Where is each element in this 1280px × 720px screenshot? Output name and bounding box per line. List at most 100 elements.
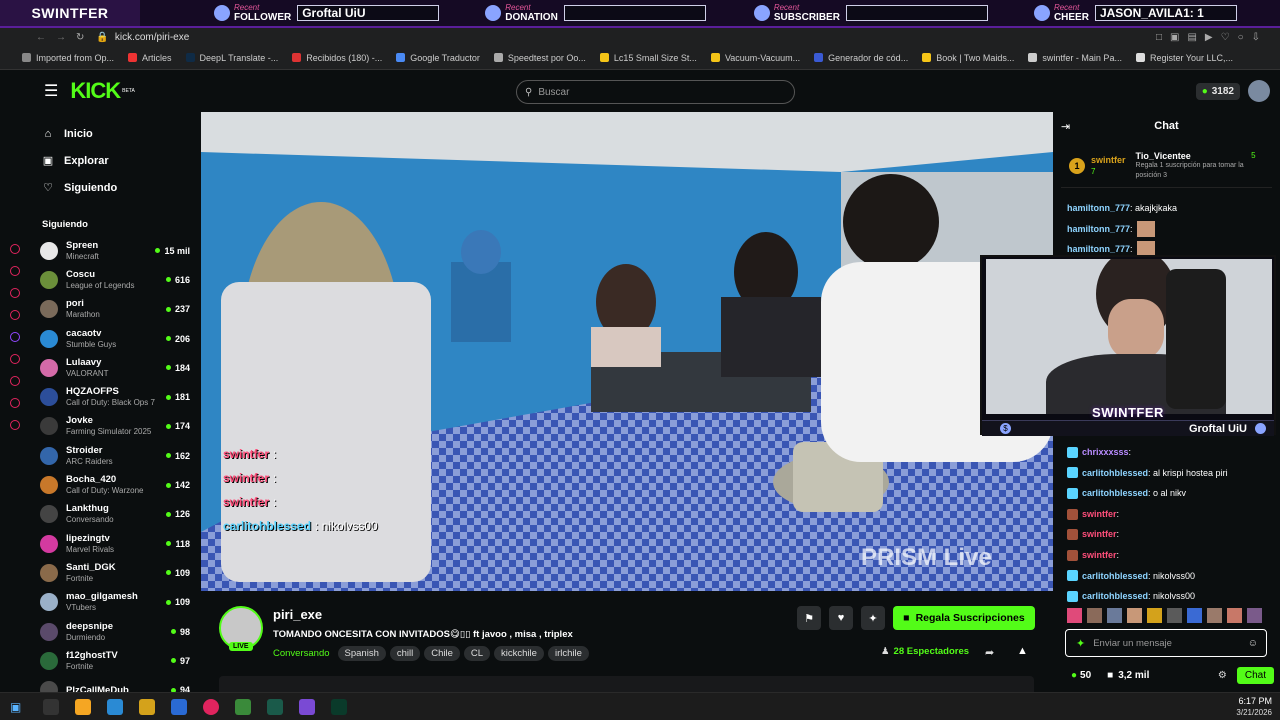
emote-bar[interactable] [1067,608,1267,624]
kicks-points[interactable]: ● 50 [1071,670,1091,681]
terminal-icon[interactable] [331,698,348,715]
video-player[interactable]: swintfer: swintfer: swintfer: carlitohbl… [201,112,1053,591]
emote[interactable] [1207,608,1222,623]
rail-icon[interactable] [10,244,20,254]
emote[interactable] [1227,608,1242,623]
following-item[interactable]: lipezingtv Marvel Rivals 118 [40,529,190,558]
rail-icon[interactable] [10,354,20,364]
rail-icon[interactable] [10,376,20,386]
reload-icon[interactable]: ↻ [76,32,84,43]
report-icon[interactable]: ▲ [1017,645,1028,657]
start-icon[interactable]: ▣ [10,700,21,714]
bookmark-item[interactable]: Google Traductor [396,53,480,63]
emote[interactable] [1147,608,1162,623]
bookmark-item[interactable]: Vacuum-Vacuum... [710,53,800,63]
opera-icon[interactable] [203,698,220,715]
channel-points[interactable]: ■ 3,2 mil [1107,670,1149,681]
following-item[interactable]: Jovke Farming Simulator 2025 174 [40,412,190,441]
following-item[interactable]: mao_gilgamesh VTubers 109 [40,588,190,617]
category-link[interactable]: Conversando [273,648,330,659]
following-item[interactable]: HQZAOFPS Call of Duty: Black Ops 7 181 [40,382,190,411]
following-item[interactable]: Stroider ARC Raiders 162 [40,441,190,470]
back-icon[interactable]: ← [36,32,46,43]
bookmark-item[interactable]: Lc15 Small Size St... [599,53,697,63]
tag[interactable]: irlchile [547,646,589,661]
sparkle-button[interactable]: ✦ [861,606,885,630]
rail-icon[interactable] [10,310,20,320]
browser-toolbar-icons[interactable]: □▣▤▶♡○⇩ [1156,32,1268,43]
rail-icon[interactable] [10,288,20,298]
rail-icon[interactable] [10,420,20,430]
bookmark-item[interactable]: Book | Two Maids... [922,53,1014,63]
kick-logo[interactable]: KICK [70,78,121,104]
emote[interactable] [1247,608,1262,623]
rail-icon[interactable] [10,266,20,276]
nav-inicio[interactable]: ⌂ Inicio [42,120,200,147]
following-name: cacaotv [66,327,102,339]
forward-icon[interactable]: → [56,32,66,43]
emote[interactable] [1087,608,1102,623]
following-item[interactable]: Bocha_420 Call of Duty: Warzone 142 [40,470,190,499]
settings-icon[interactable]: ⚙ [1218,670,1227,681]
menu-icon[interactable]: ☰ [44,81,58,101]
task-view-icon[interactable] [43,698,60,715]
following-item[interactable]: deepsnipe Durmiendo 98 [40,617,190,646]
url-field[interactable]: kick.com/piri-exe [115,32,189,43]
slot-value: Groftal UiU [297,5,440,21]
share-icon[interactable]: ➦ [985,646,994,659]
tag[interactable]: kickchile [494,646,544,661]
edge-icon[interactable] [107,698,124,715]
folder-icon[interactable] [139,698,156,715]
bookmark-item[interactable]: Articles [128,53,172,63]
follow-button[interactable]: ♥ [829,606,853,630]
tag[interactable]: Chile [424,646,460,661]
bell-button[interactable]: ⚑ [797,606,821,630]
following-item[interactable]: Santi_DGK Fortnite 109 [40,558,190,587]
following-item[interactable]: Spreen Minecraft 15 mil [40,236,190,265]
nav-explorar[interactable]: ▣ Explorar [42,147,200,174]
following-item[interactable]: f12ghostTV Fortnite 97 [40,646,190,675]
emote[interactable] [1127,608,1142,623]
following-item[interactable]: cacaotv Stumble Guys 206 [40,324,190,353]
kicks-balance[interactable]: ● 3182 [1195,82,1240,100]
following-item[interactable]: Coscu League of Legends 616 [40,265,190,294]
system-clock[interactable]: 6:17 PM 3/21/2026 [1236,696,1272,718]
tag[interactable]: CL [463,646,491,661]
following-category: Minecraft [66,251,99,261]
tag[interactable]: Spanish [337,646,386,661]
bookmark-item[interactable]: Speedtest por Oo... [493,53,586,63]
app-icon[interactable] [267,698,284,715]
nav-siguiendo[interactable]: ♡ Siguiendo [42,174,200,201]
emote[interactable] [1107,608,1122,623]
gift-subs-button[interactable]: ■ Regala Suscripciones [893,606,1035,630]
following-item[interactable]: Lankthug Conversando 126 [40,500,190,529]
tag[interactable]: chill [389,646,421,661]
user-avatar[interactable] [1248,80,1270,102]
rail-icon[interactable] [10,398,20,408]
emote[interactable] [1067,608,1082,623]
following-item[interactable]: pori Marathon 237 [40,295,190,324]
following-name: pori [66,298,84,310]
bookmark-item[interactable]: Imported from Op... [22,53,114,63]
color-app-icon[interactable] [75,698,92,715]
emoji-icon[interactable]: ☺ [1248,638,1258,649]
app-icon[interactable] [171,698,188,715]
following-item[interactable]: Lulaavy VALORANT 184 [40,353,190,382]
chat-message: swintfer: [1053,524,1280,545]
emote[interactable] [1187,608,1202,623]
bookmark-item[interactable]: Generador de cód... [814,53,908,63]
search-input[interactable]: ⚲ Buscar [516,80,795,104]
emote[interactable] [1167,608,1182,623]
send-chat-button[interactable]: Chat [1236,666,1274,684]
xbox-icon[interactable] [235,698,252,715]
discord-icon[interactable] [299,698,316,715]
chat-message: carlitohblessed: al krispi hostea piri [1053,463,1280,484]
bookmark-item[interactable]: swintfer - Main Pa... [1028,53,1122,63]
twitch-icon[interactable] [10,332,20,342]
channel-name[interactable]: piri_exe [273,607,322,622]
chat-input[interactable]: ✦ Enviar un mensaje ☺ [1065,629,1267,657]
bookmark-item[interactable]: Register Your LLC,... [1135,53,1233,63]
bookmark-item[interactable]: DeepL Translate -... [185,53,278,63]
chat-message: swintfer: [1053,504,1280,525]
bookmark-item[interactable]: Recibidos (180) -... [292,53,382,63]
